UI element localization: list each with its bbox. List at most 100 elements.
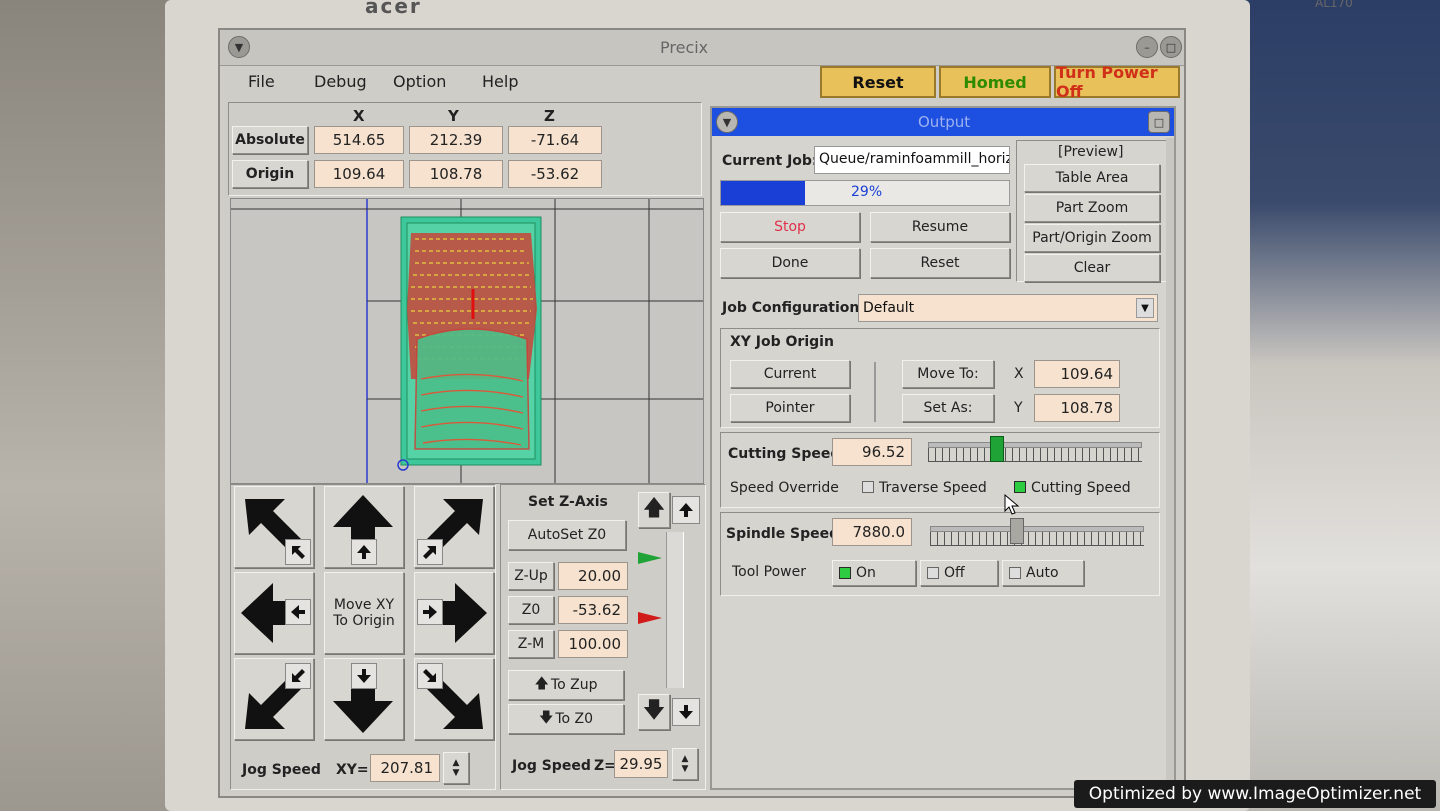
job-configuration-select[interactable]: Default ▼	[858, 294, 1158, 322]
tool-power-label: Tool Power	[732, 564, 806, 580]
job-configuration-label: Job Configuration	[722, 300, 860, 316]
menu-option[interactable]: Option	[393, 72, 446, 91]
maximize-icon[interactable]: □	[1160, 36, 1182, 58]
z-jog-down-button[interactable]: 🡇	[638, 694, 670, 730]
to-origin-label: To Origin	[333, 613, 395, 629]
jog-down-left-button[interactable]	[234, 658, 314, 740]
tool-power-on-toggle[interactable]: On	[832, 560, 916, 586]
step-up-right-icon[interactable]	[417, 539, 443, 565]
off-label: Off	[944, 565, 965, 581]
jog-speed-xy-spinner[interactable]: ▲ ▼	[443, 752, 469, 784]
output-close-icon[interactable]: □	[1148, 111, 1170, 133]
step-down-icon[interactable]	[351, 663, 377, 689]
spin-down-icon[interactable]: ▼	[682, 764, 689, 774]
window-menu-icon[interactable]: ▼	[228, 36, 250, 58]
checkbox-icon	[1009, 567, 1021, 579]
spindle-speed-input[interactable]: 7880.0	[832, 518, 912, 546]
z-up-value[interactable]: 20.00	[558, 562, 628, 590]
tool-power-off-toggle[interactable]: Off	[920, 560, 998, 586]
jog-up-right-button[interactable]	[414, 486, 494, 568]
z-jog-up-button[interactable]: 🡅	[638, 492, 670, 528]
step-up-icon[interactable]	[351, 539, 377, 565]
z-step-up-icon[interactable]	[672, 496, 700, 524]
output-scrollbar[interactable]	[1166, 138, 1174, 788]
step-left-icon[interactable]	[285, 599, 311, 625]
toolpath-preview[interactable]	[230, 198, 704, 484]
spin-up-icon[interactable]: ▲	[453, 758, 460, 768]
jog-speed-z-spinner[interactable]: ▲ ▼	[672, 748, 698, 780]
step-right-icon[interactable]	[417, 599, 443, 625]
jog-up-button[interactable]	[324, 486, 404, 568]
spin-up-icon[interactable]: ▲	[682, 754, 689, 764]
progress-text: 29%	[851, 184, 883, 200]
origin-divider	[874, 362, 876, 422]
jog-left-button[interactable]	[234, 572, 314, 654]
down-arrow-icon: 🡇	[538, 710, 554, 726]
jog-up-left-button[interactable]	[234, 486, 314, 568]
z0-value[interactable]: -53.62	[558, 596, 628, 624]
checkbox-icon[interactable]	[862, 481, 874, 493]
cutting-speed-input[interactable]: 96.52	[832, 438, 912, 466]
cutting-speed-slider[interactable]	[928, 442, 1142, 448]
output-menu-icon[interactable]: ▼	[716, 111, 738, 133]
jog-down-right-button[interactable]	[414, 658, 494, 740]
traverse-speed-checkbox[interactable]: Traverse Speed	[862, 480, 987, 496]
spin-down-icon[interactable]: ▼	[453, 768, 460, 778]
job-configuration-value: Default	[863, 300, 915, 316]
move-xy-to-origin-button[interactable]: Move XY To Origin	[324, 572, 404, 654]
checkbox-checked-icon[interactable]	[1014, 481, 1026, 493]
stop-button[interactable]: Stop	[720, 212, 860, 242]
output-reset-button[interactable]: Reset	[870, 248, 1010, 278]
spindle-speed-slider[interactable]	[930, 526, 1144, 532]
z-prefix: Z=	[594, 758, 616, 774]
chevron-down-icon[interactable]: ▼	[1136, 298, 1154, 318]
z-step-down-icon[interactable]	[672, 698, 700, 726]
cutting-speed-slider-thumb[interactable]	[989, 436, 1004, 462]
resume-button[interactable]: Resume	[870, 212, 1010, 242]
step-up-left-icon[interactable]	[285, 539, 311, 565]
pointer-origin-button[interactable]: Pointer	[730, 394, 850, 422]
set-as-button[interactable]: Set As:	[902, 394, 994, 422]
menu-debug[interactable]: Debug	[314, 72, 367, 91]
done-button[interactable]: Done	[720, 248, 860, 278]
menu-bar: File Debug Option Help	[220, 66, 820, 100]
z0-button[interactable]: Z0	[508, 596, 554, 624]
step-down-right-icon[interactable]	[417, 663, 443, 689]
job-origin-y-input[interactable]: 108.78	[1034, 394, 1120, 422]
to-zup-label: To Zup	[550, 677, 598, 693]
part-origin-zoom-button[interactable]: Part/Origin Zoom	[1024, 224, 1160, 252]
homed-button[interactable]: Homed	[939, 66, 1051, 98]
menu-help[interactable]: Help	[482, 72, 518, 91]
absolute-button[interactable]: Absolute	[232, 126, 308, 154]
z-up-button[interactable]: Z-Up	[508, 562, 554, 590]
z-m-value[interactable]: 100.00	[558, 630, 628, 658]
menu-file[interactable]: File	[248, 72, 275, 91]
z-m-button[interactable]: Z-M	[508, 630, 554, 658]
step-down-left-icon[interactable]	[285, 663, 311, 689]
jog-speed-xy-input[interactable]: 207.81	[370, 754, 440, 782]
turn-power-off-button[interactable]: Turn Power Off	[1054, 63, 1180, 101]
jog-speed-z-input[interactable]: 29.95	[614, 750, 668, 778]
origin-button[interactable]: Origin	[232, 160, 308, 188]
minimize-icon[interactable]: –	[1136, 36, 1158, 58]
table-area-button[interactable]: Table Area	[1024, 164, 1160, 192]
z-slider-track[interactable]	[666, 532, 684, 688]
to-z0-button[interactable]: 🡇 To Z0	[508, 704, 624, 734]
tool-power-auto-toggle[interactable]: Auto	[1002, 560, 1084, 586]
move-to-button[interactable]: Move To:	[902, 360, 994, 388]
toolpath-canvas	[231, 199, 703, 483]
spindle-speed-label: Spindle Speed	[726, 526, 840, 542]
jog-right-button[interactable]	[414, 572, 494, 654]
clear-button[interactable]: Clear	[1024, 254, 1160, 282]
cutting-speed-checkbox[interactable]: Cutting Speed	[1014, 480, 1131, 496]
reset-button[interactable]: Reset	[820, 66, 936, 98]
to-zup-button[interactable]: 🡅 To Zup	[508, 670, 624, 700]
spindle-speed-slider-thumb[interactable]	[1010, 518, 1024, 544]
part-zoom-button[interactable]: Part Zoom	[1024, 194, 1160, 222]
current-job-field[interactable]: Queue/raminfoammill_horizo	[814, 146, 1010, 174]
spindle-speed-scale	[930, 532, 1144, 546]
job-origin-x-input[interactable]: 109.64	[1034, 360, 1120, 388]
current-origin-button[interactable]: Current	[730, 360, 850, 388]
autoset-z0-button[interactable]: AutoSet Z0	[508, 520, 626, 550]
jog-down-button[interactable]	[324, 658, 404, 740]
